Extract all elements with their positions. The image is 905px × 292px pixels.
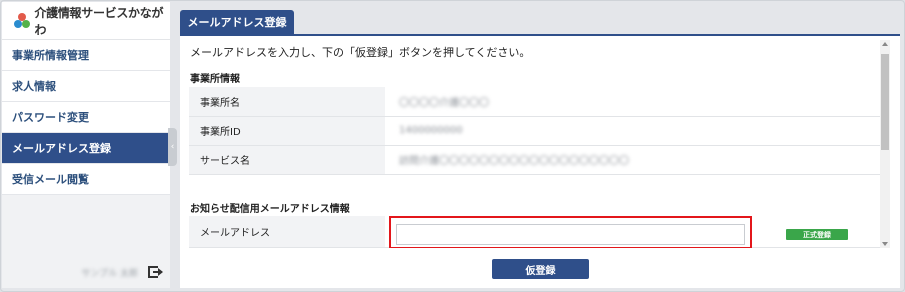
email-input-highlight	[389, 216, 752, 248]
user-name: サンプル 太郎	[81, 268, 138, 279]
office-name-value: 〇〇〇〇介護〇〇〇	[399, 97, 489, 109]
table-row: サービス名 訪問介護〇〇〇〇〇〇〇〇〇〇〇〇〇〇〇〇〇〇〇	[189, 145, 880, 175]
scroll-up-arrow-icon[interactable]	[882, 42, 888, 46]
tab-email-registration[interactable]: メールアドレス登録	[180, 10, 294, 34]
table-row: 事業所名 〇〇〇〇介護〇〇〇	[189, 87, 880, 117]
logo-mark-icon	[14, 12, 30, 29]
email-label: メールアドレス	[189, 216, 385, 248]
office-id-label: 事業所ID	[189, 116, 385, 146]
sidebar-collapse-handle[interactable]: ‹	[168, 128, 177, 166]
official-registration-badge: 正式登録	[786, 229, 848, 240]
sidebar-footer: サンプル 太郎	[2, 256, 170, 288]
vertical-scrollbar[interactable]	[880, 40, 890, 248]
email-info-heading: お知らせ配信用メールアドレス情報	[190, 204, 350, 215]
logo-text: 介護情報サービスかながわ	[34, 5, 164, 37]
scroll-down-arrow-icon[interactable]	[882, 242, 888, 246]
sidebar-item-email-registration[interactable]: メールアドレス登録	[2, 133, 170, 164]
logout-icon[interactable]	[148, 265, 163, 279]
sidebar-item-received-mail[interactable]: 受信メール閲覧	[2, 164, 170, 195]
instruction-text: メールアドレスを入力し、下の「仮登録」ボタンを押してください。	[190, 46, 531, 59]
main-panel: メールアドレスを入力し、下の「仮登録」ボタンを押してください。 事業所情報 事業…	[180, 34, 900, 288]
provisional-register-button[interactable]: 仮登録	[492, 259, 589, 279]
service-name-label: サービス名	[189, 145, 385, 175]
scrollbar-thumb[interactable]	[881, 54, 889, 150]
office-id-value: 1400000000	[399, 125, 463, 136]
sidebar-item-job-info[interactable]: 求人情報	[2, 71, 170, 102]
logo[interactable]: 介護情報サービスかながわ	[2, 2, 170, 40]
sidebar-item-office-info[interactable]: 事業所情報管理	[2, 40, 170, 71]
office-name-label: 事業所名	[189, 87, 385, 117]
scroll-content: メールアドレスを入力し、下の「仮登録」ボタンを押してください。 事業所情報 事業…	[180, 36, 880, 248]
email-input[interactable]	[396, 224, 745, 245]
office-info-table: 事業所名 〇〇〇〇介護〇〇〇 事業所ID 1400000000 サービス名 訪問…	[189, 87, 880, 175]
office-info-heading: 事業所情報	[190, 74, 240, 85]
sidebar-item-password-change[interactable]: パスワード変更	[2, 102, 170, 133]
table-row: 事業所ID 1400000000	[189, 116, 880, 146]
sidebar: 介護情報サービスかながわ 事業所情報管理 求人情報 パスワード変更 メールアドレ…	[2, 2, 170, 288]
service-name-value: 訪問介護〇〇〇〇〇〇〇〇〇〇〇〇〇〇〇〇〇〇〇	[399, 156, 629, 167]
